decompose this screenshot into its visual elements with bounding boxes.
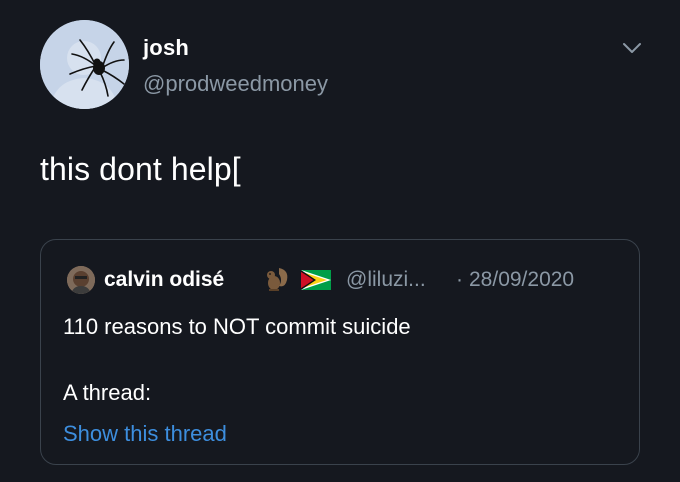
spider-avatar-icon[interactable]	[40, 20, 129, 109]
quoted-author-name[interactable]: calvin odisé	[104, 268, 224, 292]
author-name[interactable]: josh	[143, 35, 189, 61]
quoted-tweet-text-line1: 110 reasons to NOT commit suicide	[63, 314, 411, 339]
separator-dot: ·	[456, 268, 463, 291]
guyana-flag-icon	[301, 270, 331, 290]
quoted-tweet[interactable]: calvin odisé @liluzi... · 28/09/2020 110…	[40, 239, 640, 465]
tweet-text: this dont help[	[40, 151, 241, 187]
quoted-tweet-date[interactable]: 28/09/2020	[469, 268, 574, 292]
quoted-tweet-text-line2: A thread:	[63, 380, 152, 405]
squirrel-emoji-icon	[261, 264, 291, 294]
author-handle[interactable]: @prodweedmoney	[143, 71, 328, 97]
quoted-author-handle[interactable]: @liluzi...	[346, 268, 426, 292]
chevron-down-icon[interactable]	[620, 38, 644, 58]
person-avatar-icon[interactable]	[67, 266, 95, 294]
show-thread-link[interactable]: Show this thread	[63, 421, 227, 447]
tweet-card: josh @prodweedmoney this dont help[ calv…	[0, 0, 680, 482]
